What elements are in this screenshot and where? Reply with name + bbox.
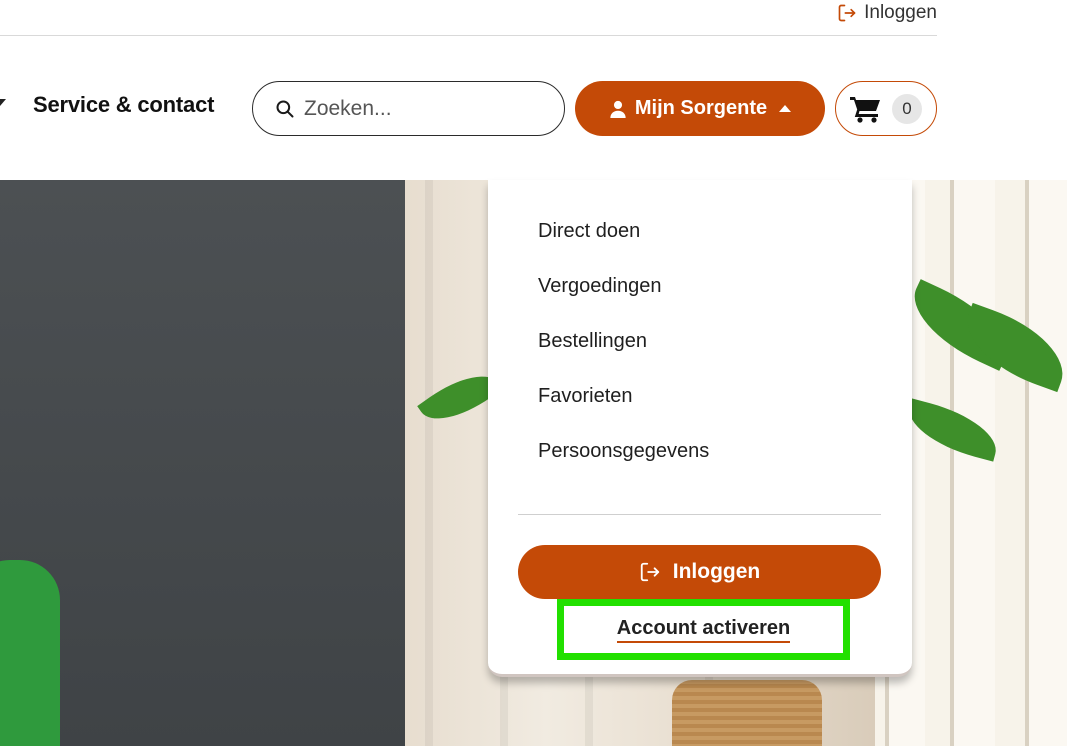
menu-item-bestellingen[interactable]: Bestellingen [538,330,709,385]
user-icon [610,100,626,118]
window-frame [950,180,995,746]
menu-item-favorieten[interactable]: Favorieten [538,385,709,440]
login-button-label: Inloggen [672,560,761,583]
person-sweater [0,560,60,746]
menu-item-vergoedingen[interactable]: Vergoedingen [538,275,709,330]
search-bar[interactable] [252,81,590,136]
shopping-cart-icon [850,96,880,123]
menu-divider [518,514,881,515]
hero-wall [0,180,415,746]
top-login-label: Inloggen [864,2,937,23]
account-menu-list: Direct doen Vergoedingen Bestellingen Fa… [538,220,709,495]
account-dropdown: Direct doen Vergoedingen Bestellingen Fa… [488,180,912,677]
sign-in-icon [838,4,856,22]
account-menu-button[interactable]: Mijn Sorgente [575,81,825,136]
plant-pot [672,680,822,746]
top-utility-bar: Inloggen [0,0,937,36]
chevron-down-icon[interactable] [0,99,6,106]
cart-count-badge: 0 [892,93,922,124]
account-menu-label: Mijn Sorgente [634,97,768,119]
menu-item-direct-doen[interactable]: Direct doen [538,220,709,275]
login-button[interactable]: Inloggen [518,545,881,599]
search-input[interactable] [304,96,575,121]
window-frame [1025,180,1067,746]
menu-item-persoonsgegevens[interactable]: Persoonsgegevens [538,440,709,495]
sign-in-icon [640,562,659,582]
nav-service-contact[interactable]: Service & contact [33,92,214,118]
search-icon[interactable] [275,99,295,119]
account-activate-link[interactable]: Account activeren [616,617,791,643]
activate-highlight: Account activeren [557,599,850,660]
curtain-fold [425,180,433,746]
top-login-link[interactable]: Inloggen [837,0,937,26]
cart-button[interactable]: 0 [835,81,937,136]
chevron-up-icon [779,105,792,112]
